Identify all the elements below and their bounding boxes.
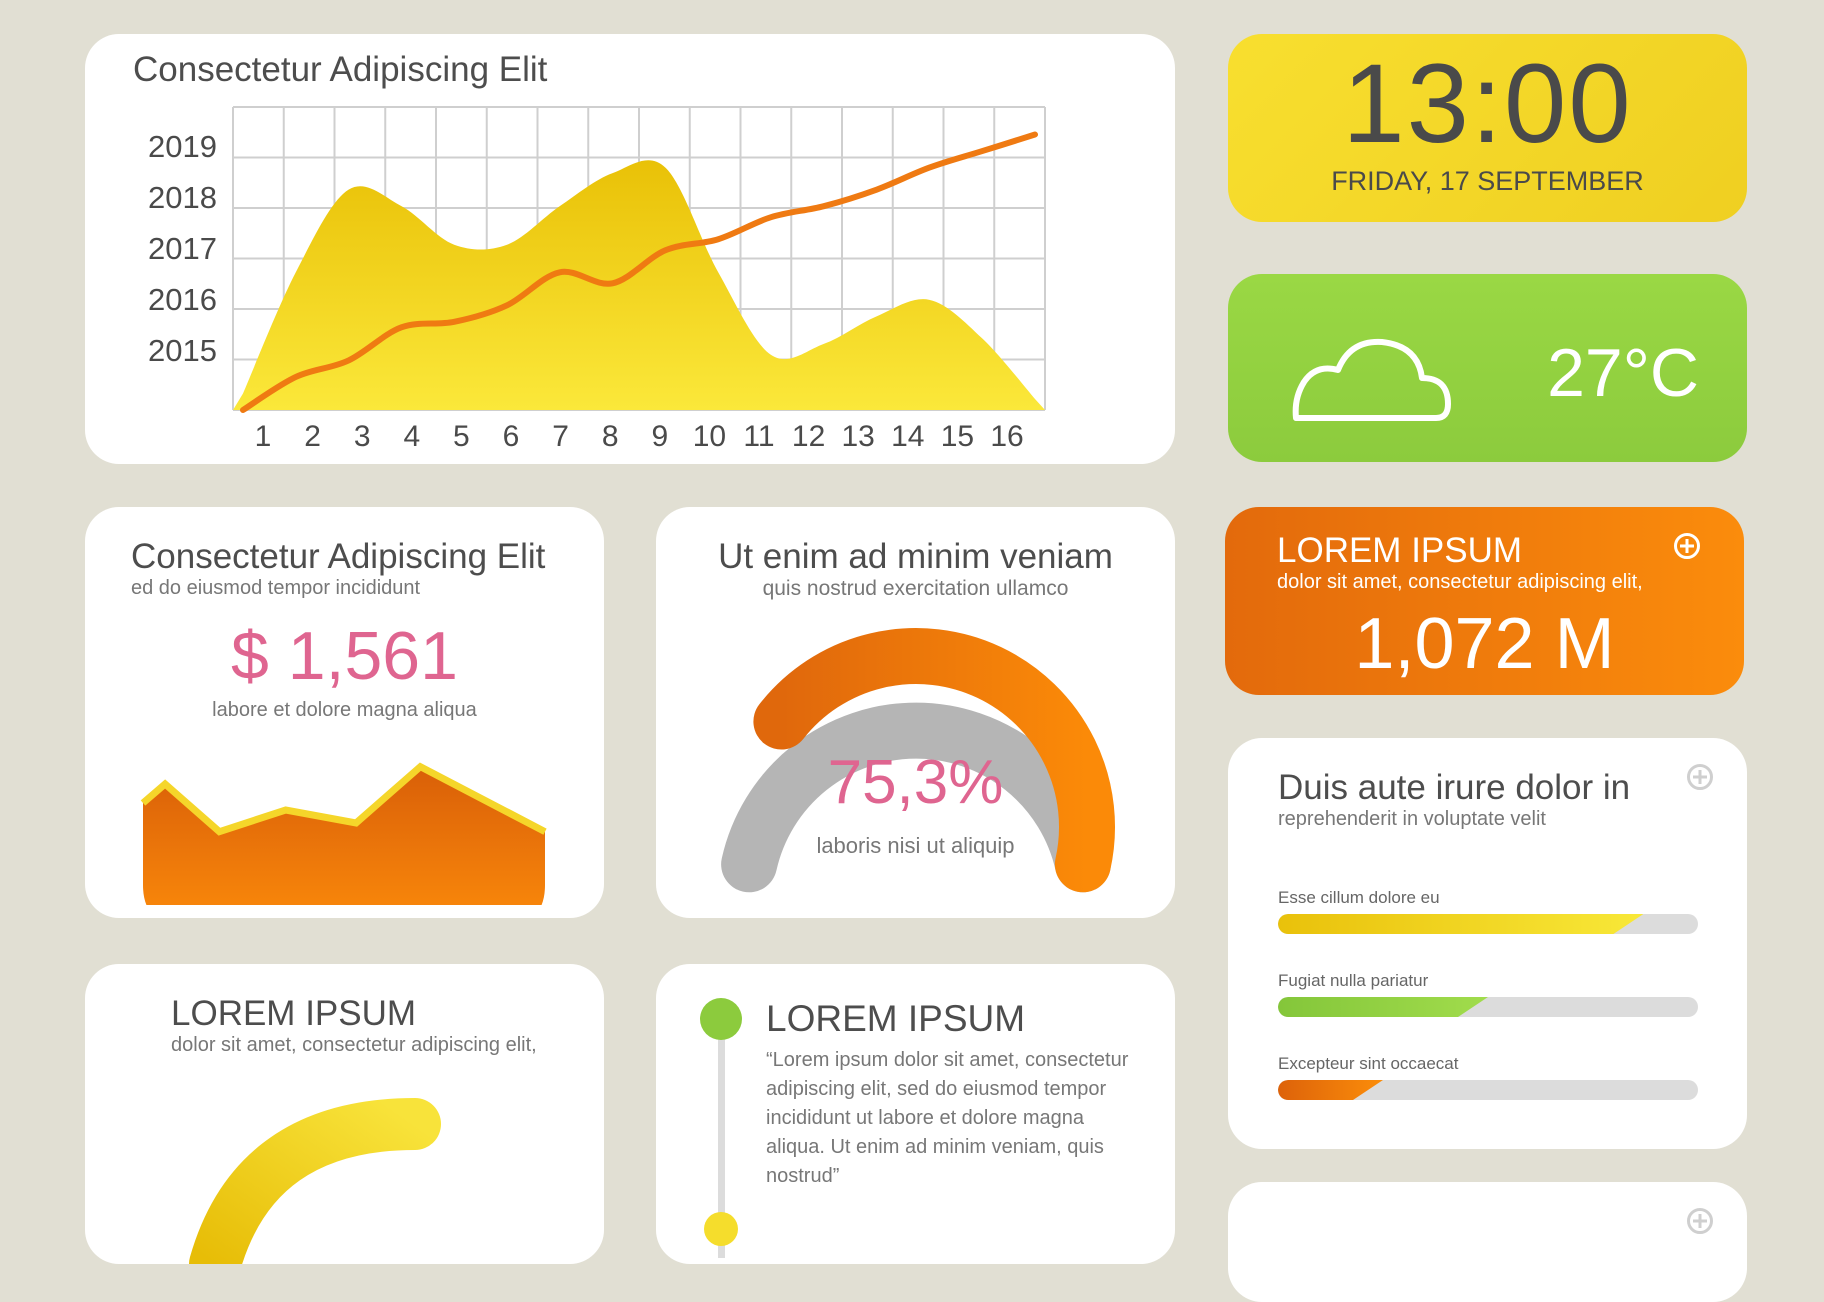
gauge-caption: laboris nisi ut aliquip xyxy=(816,833,1015,858)
x-tick-label: 4 xyxy=(403,420,420,453)
mini-area-chart xyxy=(140,762,547,905)
plus-circle-icon[interactable] xyxy=(1687,1208,1713,1234)
plus-circle-icon[interactable] xyxy=(1687,764,1713,790)
x-tick-label: 16 xyxy=(990,420,1023,453)
bottom-mid-title: LOREM IPSUM xyxy=(766,998,1026,1039)
x-tick-label: 1 xyxy=(255,420,272,453)
x-tick-label: 8 xyxy=(602,420,619,453)
x-tick-label: 12 xyxy=(792,420,825,453)
money-card: Consectetur Adipiscing Elit ed do eiusmo… xyxy=(85,507,604,918)
money-subtitle: ed do eiusmod tempor incididunt xyxy=(131,577,421,599)
x-tick-label: 7 xyxy=(552,420,569,453)
progress-fill-2 xyxy=(1278,997,1488,1017)
x-tick-label: 10 xyxy=(693,420,726,453)
partial-card-bottom-right xyxy=(1228,1182,1747,1302)
progress-fill-1 xyxy=(1278,914,1643,934)
clock-date: FRIDAY, 17 SEPTEMBER xyxy=(1331,166,1644,196)
progress-title: Duis aute irure dolor in xyxy=(1278,768,1631,807)
gauge-card: Ut enim ad minim veniam quis nostrud exe… xyxy=(656,507,1175,918)
orange-stat-card: LOREM IPSUM dolor sit amet, consectetur … xyxy=(1225,507,1744,695)
progress-label-1: Esse cillum dolore eu xyxy=(1278,888,1440,907)
money-value: $ 1,561 xyxy=(231,618,458,694)
money-caption: labore et dolore magna aliqua xyxy=(212,699,477,721)
x-tick-label: 2 xyxy=(304,420,321,453)
area-series xyxy=(233,160,1045,410)
y-tick-label: 2018 xyxy=(148,180,217,215)
y-tick-label: 2019 xyxy=(148,129,217,164)
x-tick-label: 5 xyxy=(453,420,470,453)
mini-area-series xyxy=(143,766,545,905)
y-tick-label: 2016 xyxy=(148,282,217,317)
stat-value: 1,072 M xyxy=(1354,604,1615,684)
x-tick-label: 13 xyxy=(842,420,875,453)
weather-card: 27°C xyxy=(1228,274,1747,462)
main-chart: 20192018201720162015 1 2 3 4 5 6 7 8 9 10 11 12 13 14… xyxy=(148,106,1046,453)
x-tick-label: 14 xyxy=(891,420,924,453)
clock-card: 13:00 FRIDAY, 17 SEPTEMBER xyxy=(1228,34,1747,222)
gauge-value: 75,3% xyxy=(827,748,1004,817)
x-tick-label: 15 xyxy=(941,420,974,453)
yellow-arc-chart xyxy=(189,1098,441,1264)
bottom-mid-card: LOREM IPSUM “Lorem ipsum dolor sit amet,… xyxy=(656,964,1175,1264)
main-chart-card: Consectetur Adipiscing Elit 2019 2018 2017… xyxy=(85,34,1175,464)
cloud-icon xyxy=(1292,338,1451,421)
clock-time: 13:00 xyxy=(1342,41,1633,166)
x-tick-label: 3 xyxy=(354,420,371,453)
x-tick-label: 11 xyxy=(743,420,774,453)
progress-bar-3 xyxy=(1278,1080,1698,1100)
y-tick-label: 2017 xyxy=(148,231,217,266)
progress-fill-3 xyxy=(1278,1080,1383,1100)
plus-circle-icon[interactable] xyxy=(1674,533,1700,559)
stat-title: LOREM IPSUM xyxy=(1277,531,1523,570)
x-tick-label: 9 xyxy=(651,420,668,453)
progress-bar-2 xyxy=(1278,997,1698,1017)
x-tick-label: 6 xyxy=(503,420,520,453)
bottom-mid-quote: “Lorem ipsum dolor sit amet, consectetur… xyxy=(766,1049,1129,1187)
money-title: Consectetur Adipiscing Elit xyxy=(131,537,546,576)
y-tick-label: 2015 xyxy=(148,333,217,368)
progress-label-3: Excepteur sint occaecat xyxy=(1278,1054,1459,1073)
weather-temperature: 27°C xyxy=(1547,335,1699,411)
progress-subtitle: reprehenderit in voluptate velit xyxy=(1278,808,1546,830)
stat-subtitle: dolor sit amet, consectetur adipiscing e… xyxy=(1277,571,1643,593)
timeline-dot-bottom xyxy=(704,1212,738,1246)
bottom-left-card: LOREM IPSUM dolor sit amet, consectetur … xyxy=(85,964,604,1264)
progress-card: Duis aute irure dolor in reprehenderit i… xyxy=(1228,738,1747,1149)
progress-bar-1 xyxy=(1278,914,1698,934)
timeline-dot xyxy=(700,998,742,1040)
progress-label-2: Fugiat nulla pariatur xyxy=(1278,971,1429,990)
